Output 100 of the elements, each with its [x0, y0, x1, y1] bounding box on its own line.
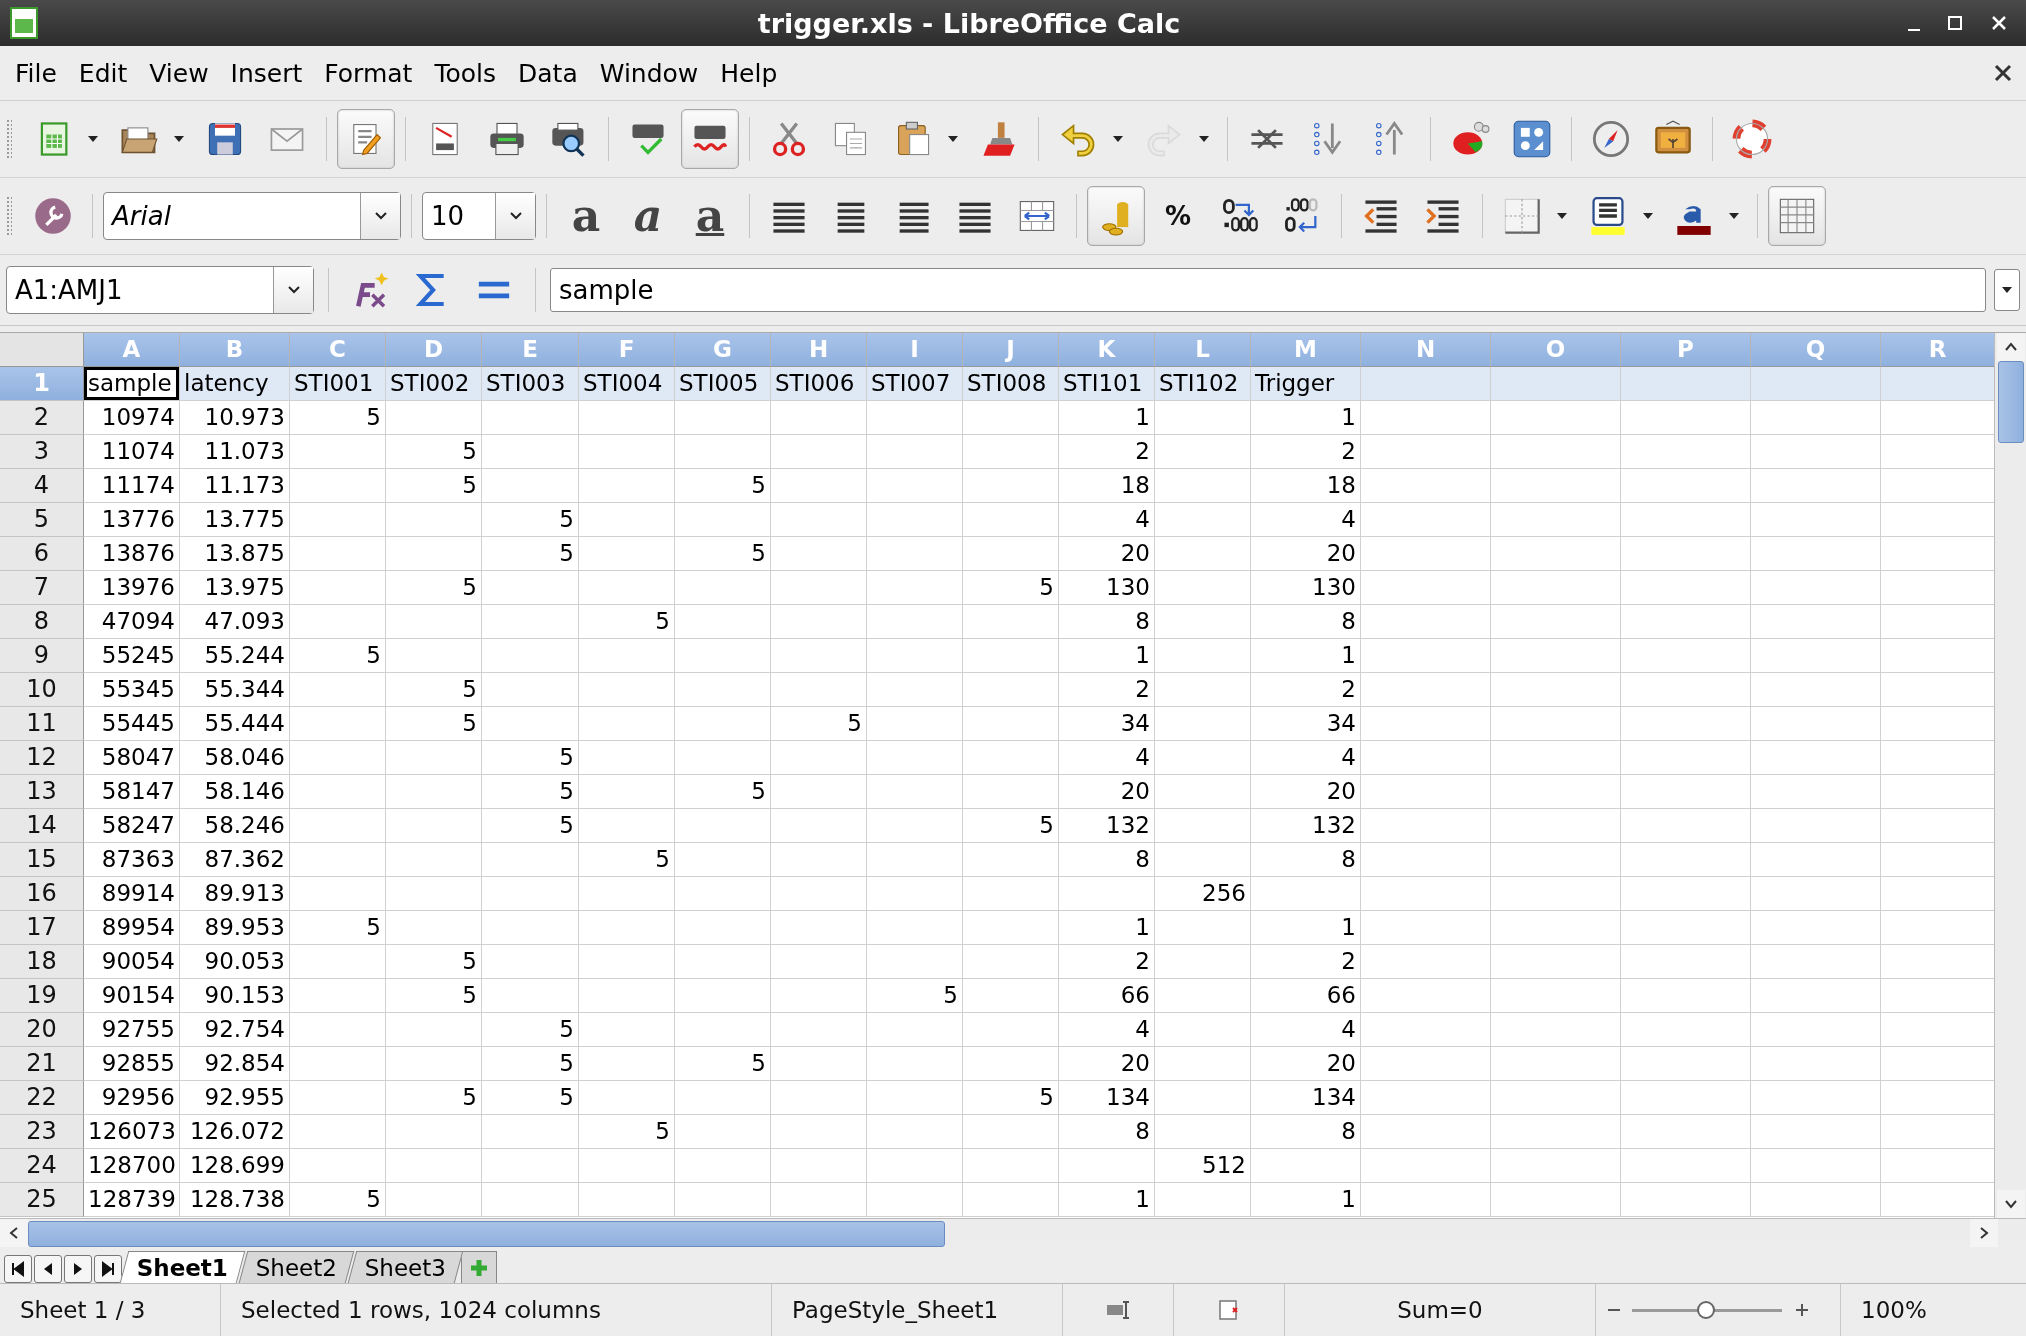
row-header[interactable]: 2 [0, 401, 84, 435]
sheet-tab[interactable]: Sheet1 [119, 1251, 246, 1283]
table-cell: 5 [579, 1115, 675, 1149]
previous-sheet-button[interactable] [34, 1255, 62, 1283]
selection-mode-icon[interactable] [1105, 1299, 1131, 1321]
row-header[interactable]: 22 [0, 1081, 84, 1115]
table-cell: 92855 [84, 1047, 180, 1081]
vertical-scrollbar[interactable] [1994, 333, 2026, 1218]
font-name-field[interactable]: Arial [103, 192, 401, 240]
sheet-indicator: Sheet 1 / 3 [0, 1284, 221, 1336]
row-header[interactable]: 13 [0, 775, 84, 809]
vertical-scrollbar-thumb[interactable] [1997, 361, 2024, 443]
last-sheet-button[interactable] [94, 1255, 122, 1283]
row-header[interactable]: 12 [0, 741, 84, 775]
italic-button[interactable]: a [619, 186, 677, 246]
table-cell: 1 [1251, 1183, 1361, 1217]
row-header[interactable]: 9 [0, 639, 84, 673]
row-header[interactable]: 23 [0, 1115, 84, 1149]
row-header[interactable]: 20 [0, 1013, 84, 1047]
percent-button[interactable]: % [1149, 186, 1207, 246]
bold-button[interactable]: a [557, 186, 615, 246]
row-header[interactable]: 11 [0, 707, 84, 741]
scroll-up-button[interactable] [1996, 333, 2025, 361]
row-header[interactable]: 19 [0, 979, 84, 1013]
scroll-down-button[interactable] [1996, 1190, 2025, 1218]
caret-icon[interactable] [1111, 134, 1125, 144]
menu-item[interactable]: Tools [423, 54, 507, 92]
table-cell: 134 [1059, 1081, 1155, 1115]
plus-icon [469, 1257, 490, 1278]
menu-item[interactable]: Insert [219, 54, 314, 92]
menu-item[interactable]: Window [588, 54, 710, 92]
document-modified-icon[interactable] [1217, 1298, 1241, 1322]
row-header[interactable]: 8 [0, 605, 84, 639]
table-cell: 5 [386, 571, 482, 605]
table-cell: sample [84, 367, 180, 401]
row-header[interactable]: 15 [0, 843, 84, 877]
table-cell: 10974 [84, 401, 180, 435]
row-header[interactable]: 10 [0, 673, 84, 707]
sheet-tab[interactable]: Sheet2 [238, 1251, 355, 1283]
row-header[interactable]: 17 [0, 911, 84, 945]
name-box[interactable]: A1:AMJ1 [6, 266, 314, 314]
row-header[interactable]: 14 [0, 809, 84, 843]
menu-item[interactable]: File [4, 54, 68, 92]
formula-input-field[interactable]: sample [550, 268, 1986, 312]
table-cell: 58.246 [180, 809, 290, 843]
horizontal-scrollbar-thumb[interactable] [28, 1221, 945, 1247]
row-header[interactable]: 7 [0, 571, 84, 605]
zoom-slider-thumb[interactable] [1696, 1301, 1715, 1319]
table-cell: 5 [386, 979, 482, 1013]
caret-icon[interactable] [1641, 211, 1655, 221]
expand-formula-button[interactable] [1994, 269, 2020, 311]
row-header[interactable]: 6 [0, 537, 84, 571]
table-cell: 1 [1251, 401, 1361, 435]
add-sheet-button[interactable] [461, 1251, 498, 1283]
menu-item[interactable]: View [138, 54, 220, 92]
menu-item[interactable]: Edit [67, 54, 139, 92]
row-header[interactable]: 3 [0, 435, 84, 469]
table-cell: 13.775 [180, 503, 290, 537]
table-cell: 89914 [84, 877, 180, 911]
sheet-tab[interactable]: Sheet3 [348, 1251, 464, 1283]
table-cell: 58247 [84, 809, 180, 843]
row-header[interactable]: 24 [0, 1149, 84, 1183]
row-header[interactable]: 4 [0, 469, 84, 503]
caret-icon[interactable] [86, 134, 100, 144]
font-size-field[interactable]: 10 [422, 192, 536, 240]
row-header[interactable]: 18 [0, 945, 84, 979]
zoom-in-button[interactable] [1794, 1302, 1810, 1318]
table-cell: 5 [290, 401, 386, 435]
table-cell: STI001 [290, 367, 386, 401]
table-cell: 126073 [84, 1115, 180, 1149]
menu-item[interactable]: Help [709, 54, 789, 92]
menu-item[interactable]: Data [507, 54, 589, 92]
row-header[interactable]: 16 [0, 877, 84, 911]
underline-button[interactable]: a [681, 186, 739, 246]
scroll-left-button[interactable] [0, 1219, 28, 1247]
caret-icon[interactable] [946, 134, 960, 144]
table-cell: 5 [482, 775, 579, 809]
autospell-button[interactable] [681, 109, 739, 169]
next-sheet-button[interactable] [64, 1255, 92, 1283]
row-header[interactable]: 5 [0, 503, 84, 537]
scroll-right-button[interactable] [1970, 1219, 1998, 1247]
first-sheet-button[interactable] [4, 1255, 32, 1283]
caret-icon[interactable] [1727, 211, 1741, 221]
sum-status: Sum=0 [1285, 1284, 1596, 1336]
menu-item[interactable]: Format [313, 54, 424, 92]
table-cell: 128700 [84, 1149, 180, 1183]
table-cell: STI102 [1155, 367, 1251, 401]
table-cell: 4 [1059, 503, 1155, 537]
row-header[interactable]: 25 [0, 1183, 84, 1217]
first-icon [10, 1261, 26, 1277]
caret-icon[interactable] [1555, 211, 1569, 221]
table-cell: 4 [1059, 741, 1155, 775]
grid-lines-icon [1777, 196, 1817, 236]
table-cell: STI101 [1059, 367, 1155, 401]
row-header[interactable]: 21 [0, 1047, 84, 1081]
grid-lines-button[interactable] [1768, 186, 1826, 246]
caret-icon[interactable] [172, 134, 186, 144]
table-cell: 128739 [84, 1183, 180, 1217]
table-cell: 92956 [84, 1081, 180, 1115]
pencil-document-button[interactable] [337, 109, 395, 169]
